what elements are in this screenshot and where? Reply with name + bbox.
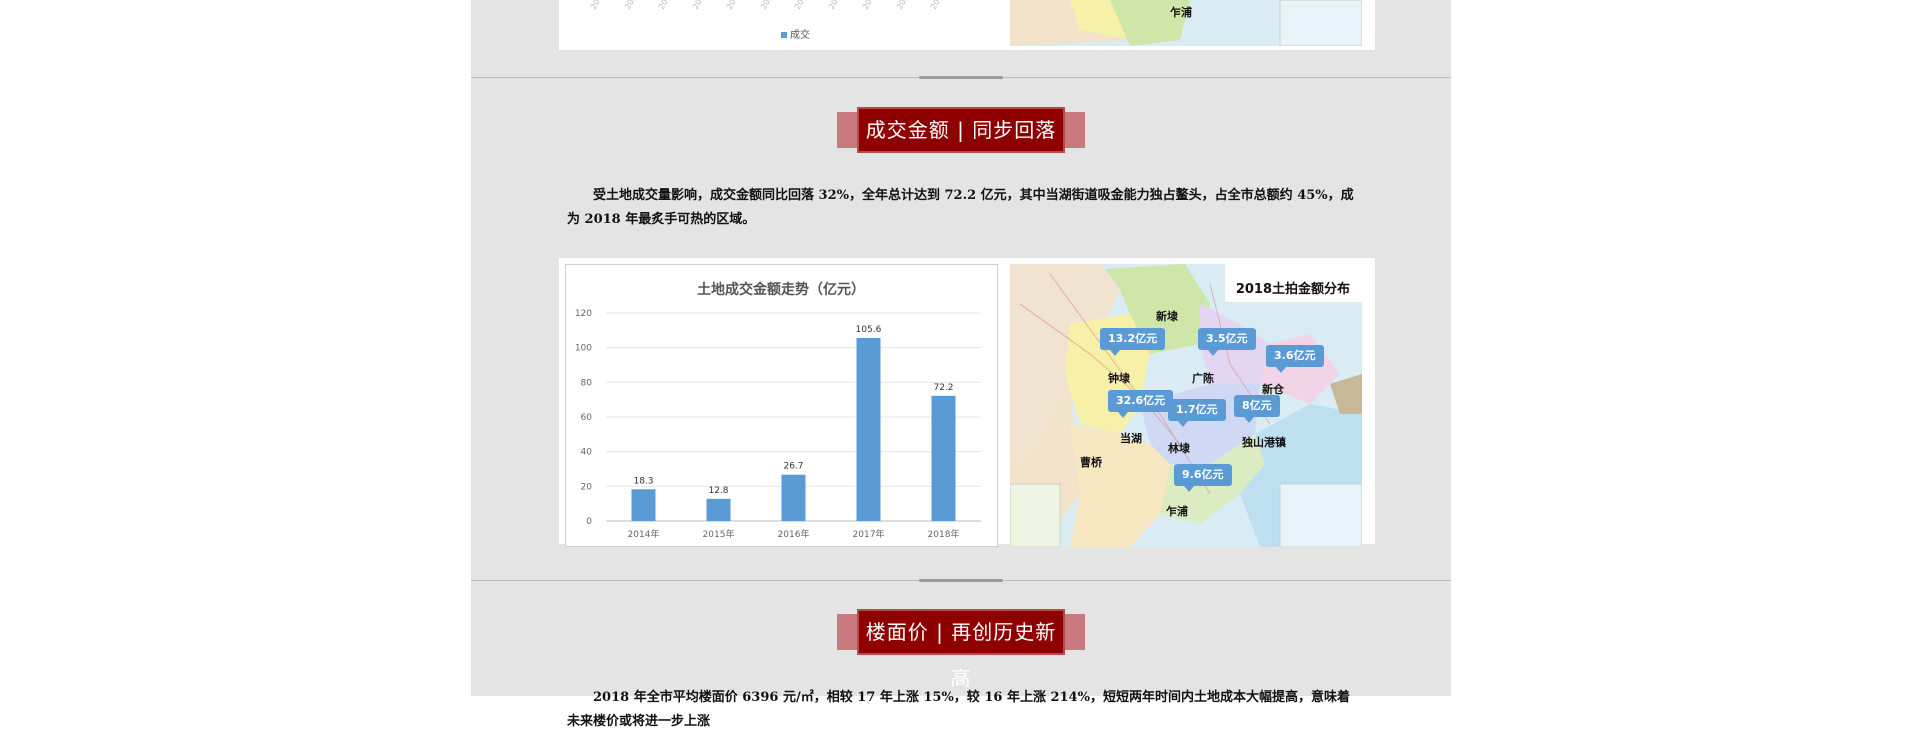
section-heading-amount: 成交金额 | 同步回落 — [837, 107, 1085, 153]
map-place-label: 广陈 — [1192, 372, 1214, 385]
y-tick-label: 20 — [581, 482, 593, 492]
map-place-label: 曹桥 — [1080, 456, 1102, 469]
previous-figure-panel: 2014 2014 2015 2015 2015 2016 2016 2016 … — [559, 0, 1375, 50]
map-place-label: 钟埭 — [1108, 372, 1130, 385]
y-tick-label: 40 — [581, 448, 593, 458]
bar — [856, 337, 881, 521]
amount-bar-chart-svg: 土地成交金额走势（亿元） 0 20 40 60 80 100 120 18.3 2014年 12.8… — [575, 281, 981, 540]
map-amount-callout: 32.6亿元 — [1108, 390, 1174, 418]
svg-text:2016: 2016 — [759, 0, 777, 11]
data-label: 72.2 — [933, 383, 953, 393]
map-place-label: 独山港镇 — [1242, 436, 1286, 449]
y-tick-label: 60 — [581, 413, 593, 423]
bar — [706, 498, 731, 521]
previous-chart: 2014 2014 2015 2015 2015 2016 2016 2016 … — [565, 0, 996, 50]
svg-text:2018: 2018 — [929, 0, 947, 11]
previous-chart-legend: 成交 — [781, 26, 810, 41]
map-place-label: 林埭 — [1168, 442, 1190, 455]
svg-text:2016: 2016 — [827, 0, 845, 11]
x-tick-label: 2017年 — [853, 528, 885, 540]
data-label: 26.7 — [783, 462, 803, 472]
y-tick-label: 0 — [586, 517, 592, 527]
data-label: 105.6 — [856, 325, 882, 335]
map-amount-callout: 9.6亿元 — [1174, 464, 1232, 492]
data-label: 12.8 — [708, 486, 728, 496]
map-place-label: 当湖 — [1120, 432, 1142, 445]
previous-chart-axis-ticks: 2014 2014 2015 2015 2015 2016 2016 2016 … — [589, 0, 947, 11]
bar — [781, 474, 806, 521]
section-heading-floor-price: 楼面价 | 再创历史新高 — [837, 609, 1085, 690]
chart-title: 土地成交金额走势（亿元） — [697, 281, 865, 298]
map-amount-callout: 3.5亿元 — [1198, 328, 1256, 356]
x-tick-label: 2014年 — [628, 528, 660, 540]
data-label: 18.3 — [633, 476, 653, 486]
map-amount-callout: 8亿元 — [1234, 395, 1280, 423]
svg-text:2017: 2017 — [895, 0, 913, 11]
amount-bar-chart: 土地成交金额走势（亿元） 0 20 40 60 80 100 120 18.3 2014年 12.8… — [565, 264, 998, 547]
map-place-label: 乍浦 — [1166, 505, 1188, 518]
svg-text:2015: 2015 — [657, 0, 675, 11]
bar — [931, 395, 956, 521]
bar — [631, 489, 656, 521]
map-title: 2018土拍金额分布 — [1235, 282, 1350, 297]
y-tick-label: 80 — [581, 378, 593, 388]
svg-text:2016: 2016 — [793, 0, 811, 11]
svg-text:2017: 2017 — [861, 0, 879, 11]
map-place-label: 新埭 — [1156, 310, 1178, 323]
y-tick-label: 100 — [575, 344, 592, 354]
map-amount-callout: 3.6亿元 — [1266, 345, 1324, 373]
y-tick-label: 120 — [575, 309, 592, 319]
heading-text: 成交金额 | 同步回落 — [857, 107, 1065, 153]
legend-swatch — [781, 32, 787, 38]
section-divider-tab — [919, 579, 1003, 582]
amount-figure-panel: 土地成交金额走势（亿元） 0 20 40 60 80 100 120 18.3 2014年 12.8… — [559, 258, 1375, 547]
x-tick-label: 2015年 — [703, 528, 735, 540]
content-column: 2014 2014 2015 2015 2015 2016 2016 2016 … — [471, 0, 1451, 729]
svg-text:2014: 2014 — [623, 0, 641, 11]
heading-text: 楼面价 | 再创历史新高 — [857, 609, 1065, 690]
previous-map: 乍浦 — [1010, 0, 1362, 46]
section-divider-tab — [919, 76, 1003, 79]
amount-paragraph: 受土地成交量影响，成交金额同比回落 32%，全年总计达到 72.2 亿元，其中当… — [567, 188, 1354, 227]
svg-text:2014: 2014 — [589, 0, 607, 11]
x-tick-label: 2016年 — [778, 528, 810, 540]
map-place-label: 乍浦 — [1170, 6, 1192, 19]
legend-label: 成交 — [790, 30, 810, 41]
svg-text:2015: 2015 — [725, 0, 743, 11]
x-tick-label: 2018年 — [928, 528, 960, 540]
floor-price-paragraph: 2018 年全市平均楼面价 6396 元/㎡，相较 17 年上涨 15%，较 1… — [567, 690, 1350, 729]
amount-distribution-map: 2018土拍金额分布 新埭 钟埭 广陈 新仓 当湖 林埭 独山港镇 曹桥 乍浦 … — [1010, 264, 1362, 547]
map-amount-callout: 13.2亿元 — [1100, 328, 1166, 356]
map-amount-callout: 1.7亿元 — [1168, 399, 1226, 427]
svg-text:2015: 2015 — [691, 0, 709, 11]
